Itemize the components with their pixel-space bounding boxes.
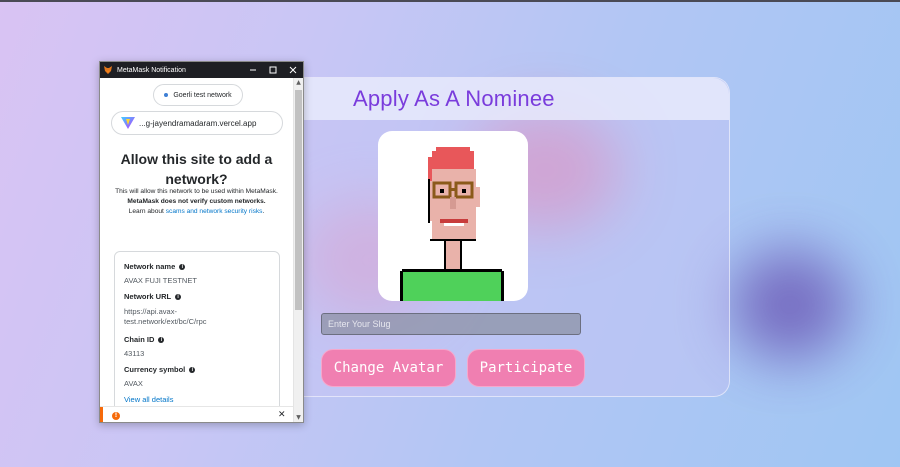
network-url-value-line2: test.network/ext/bc/C/rpc [124,317,207,326]
metamask-notification-window: MetaMask Notification Goerli test networ… [99,61,304,423]
slug-input[interactable] [321,313,581,335]
chain-id-value: 43113 [124,349,145,358]
metamask-fox-icon [104,66,112,74]
window-title: MetaMask Notification [117,66,186,74]
metamask-content: Goerli test network ...g-jayendramadaram… [100,78,293,422]
screen-top-border [0,0,900,2]
scrollbar[interactable]: ▲ ▼ [293,78,303,422]
view-all-details-link[interactable]: View all details [124,395,173,404]
network-url-label: Network URL i [124,292,182,301]
network-status-icon [164,93,169,97]
warning-banner: ! ✕ [100,406,293,422]
currency-symbol-label: Currency symbol i [124,365,196,374]
info-icon[interactable]: i [189,366,196,373]
minimize-icon[interactable] [243,62,263,78]
info-icon[interactable]: i [179,263,186,270]
network-name: Goerli test network [173,91,232,99]
nominee-card: Apply As A Nominee Enter Your Slug Chang… [288,77,730,397]
network-name-label: Network name i [124,262,186,271]
warning-text: MetaMask does not verify custom networks… [127,198,266,205]
network-url-value-line1: https://api.avax- [124,307,177,316]
pixel-avatar-image [400,147,504,301]
scroll-up-icon[interactable]: ▲ [294,78,303,87]
currency-symbol-label-text: Currency symbol [124,365,186,374]
site-origin-text: ...g-jayendramadaram.vercel.app [139,118,257,128]
site-origin: ...g-jayendramadaram.vercel.app [111,111,283,135]
dialog-heading: Allow this site to add a network? [120,151,273,187]
network-name-value: AVAX FUJI TESTNET [124,276,197,285]
chain-id-label-text: Chain ID [124,335,155,344]
learn-prefix: Learn about [128,208,164,215]
network-url-label-text: Network URL [124,292,172,301]
window-titlebar[interactable]: MetaMask Notification [100,62,303,78]
close-icon[interactable] [283,62,303,78]
vercel-logo-icon [121,117,135,129]
scroll-thumb[interactable] [295,90,302,310]
currency-symbol-value: AVAX [124,379,143,388]
scroll-down-icon[interactable]: ▼ [294,413,303,422]
network-name-label-text: Network name [124,262,176,271]
warning-icon: ! [112,412,120,420]
info-icon[interactable]: i [175,293,182,300]
page-title: Apply As A Nominee [353,86,555,111]
close-banner-icon[interactable]: ✕ [278,410,286,420]
dialog-description: This will allow this network to be used … [104,187,289,217]
info-icon[interactable]: i [158,336,165,343]
network-details-box: Network name i AVAX FUJI TESTNET Network… [114,251,280,422]
background-blob [730,250,850,360]
maximize-icon[interactable] [263,62,283,78]
learn-more-line: Learn about scams and network security r… [104,207,289,217]
warning-strip [100,407,103,422]
description-text: This will allow this network to be used … [115,188,278,195]
change-avatar-button[interactable]: Change Avatar [321,349,456,387]
card-header: Apply As A Nominee [289,78,729,120]
avatar [378,131,528,301]
network-selector[interactable]: Goerli test network [153,84,243,106]
security-risks-link[interactable]: scams and network security risks [166,208,263,215]
chain-id-label: Chain ID i [124,335,165,344]
participate-button[interactable]: Participate [467,349,585,387]
learn-suffix: . [262,208,265,215]
